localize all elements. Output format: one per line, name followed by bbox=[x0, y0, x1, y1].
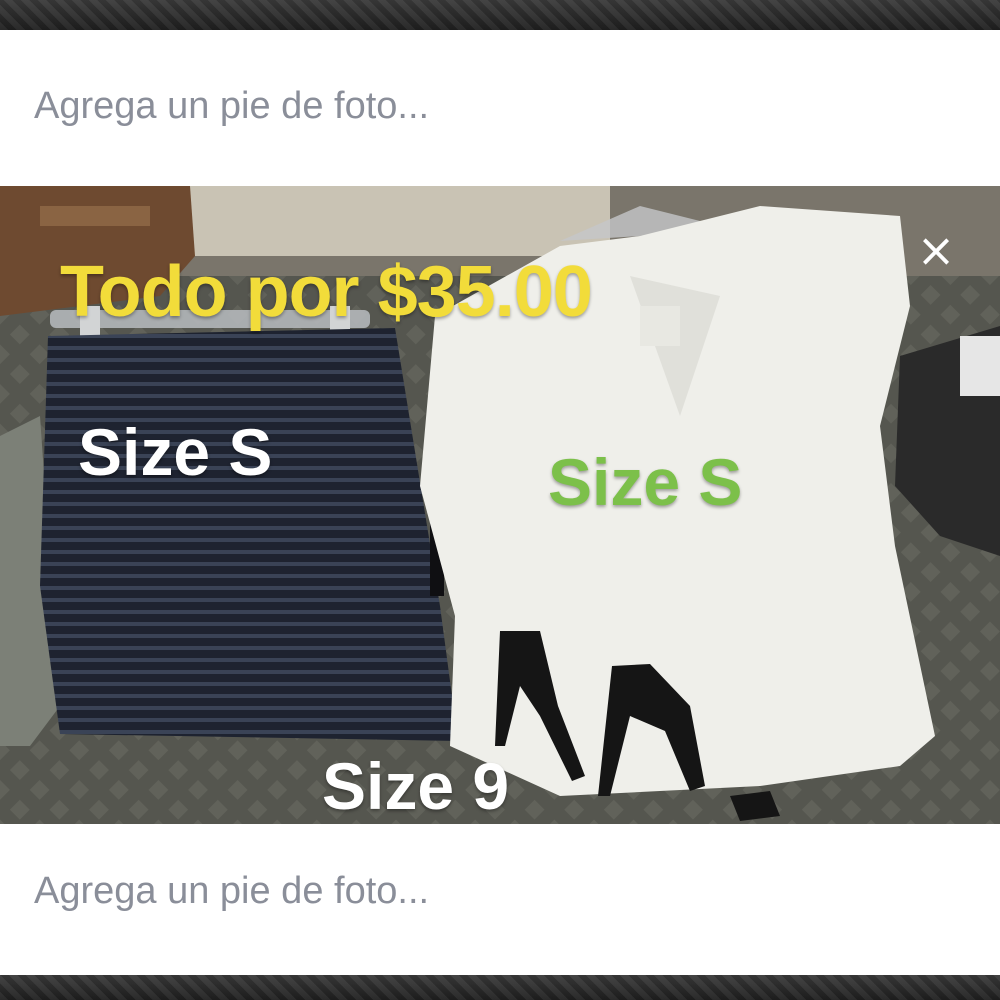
caption-box-bottom bbox=[0, 824, 1000, 975]
background-photo-strip-top bbox=[0, 0, 1000, 30]
skirt-size-overlay-text: Size S bbox=[78, 415, 273, 489]
photo-preview: Todo por $35.00 Size S Size S Size 9 × bbox=[0, 186, 1000, 824]
price-overlay-text: Todo por $35.00 bbox=[60, 252, 593, 332]
caption-input-top[interactable] bbox=[34, 85, 934, 128]
background-photo-strip-bottom bbox=[0, 975, 1000, 1000]
shoe-size-overlay-text: Size 9 bbox=[322, 749, 510, 823]
caption-input-bottom[interactable] bbox=[34, 870, 934, 913]
caption-box-top bbox=[0, 30, 1000, 186]
remove-photo-button[interactable]: × bbox=[912, 226, 960, 274]
top-size-overlay-text: Size S bbox=[548, 445, 743, 519]
close-icon: × bbox=[916, 223, 956, 277]
